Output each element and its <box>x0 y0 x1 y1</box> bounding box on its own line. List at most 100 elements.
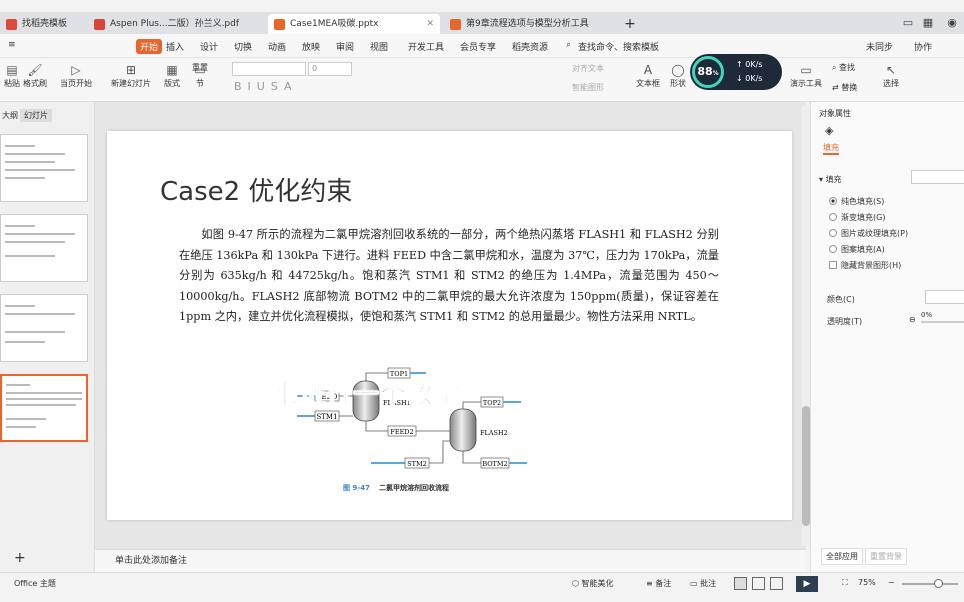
new-tab-button[interactable]: + <box>620 14 640 34</box>
collaborate-button[interactable]: 协作 <box>914 40 932 53</box>
tab-fill[interactable]: 填充 <box>823 142 839 155</box>
presentation-tools-button[interactable]: ▭ 演示工具 <box>786 62 826 89</box>
svg-text:STM1: STM1 <box>316 413 337 421</box>
zoom-slider-knob[interactable] <box>934 579 943 588</box>
transparency-minus-icon[interactable]: ⊖ <box>909 315 916 324</box>
replace-icon: ⇄ <box>832 83 839 92</box>
theme-name: Office 主题 <box>14 579 56 588</box>
tab-slides[interactable]: 幻灯片 <box>20 109 52 122</box>
align-text-button[interactable]: 对齐文本 <box>556 63 620 74</box>
textbox-button[interactable]: A 文本框 <box>632 62 664 89</box>
play-icon: ▷ <box>71 63 81 77</box>
fit-window-icon[interactable]: ⛶ <box>842 578 848 588</box>
color-picker[interactable] <box>925 290 964 304</box>
notes-bar[interactable]: 单击此处添加备注 <box>95 549 806 572</box>
slide-thumbnail-3[interactable] <box>0 294 88 362</box>
smart-art-button[interactable]: 智能图形 <box>556 82 620 93</box>
command-search[interactable]: 查找命令、搜索模板 <box>578 40 659 53</box>
slide-thumbnail-2[interactable] <box>0 214 88 282</box>
shape-button[interactable]: ◯ 形状 <box>666 62 690 89</box>
ribbon-toolbar: ▤ 粘贴 🖌 格式刷 ▷ 当页开始 ⊞ 新建幻灯片 ▦ 版式 ▭ 节 重置 0 BIUSA … <box>0 58 964 102</box>
presentation-icon: ▭ <box>800 63 812 77</box>
figure-caption-number: 图 9-47 <box>343 483 370 492</box>
paste-button[interactable]: ▤ 粘贴 <box>2 62 22 89</box>
tab-pdf[interactable]: Aspen Plus...二版）孙兰义.pdf <box>88 14 264 34</box>
document-tab-bar: 找稻壳模板 Aspen Plus...二版）孙兰义.pdf Case1MEA吸碳… <box>0 12 964 34</box>
find-button[interactable]: ⌕ 查找 <box>832 62 868 73</box>
search-icon: ⌕ <box>566 40 572 50</box>
vertical-scrollbar[interactable] <box>802 106 810 546</box>
zoom-out-icon[interactable]: − <box>888 578 895 587</box>
reset-background-button[interactable]: 重置背景 <box>865 548 907 565</box>
video-subtitle: 来进行一个教学 <box>271 380 462 411</box>
zoom-slider[interactable] <box>902 579 958 588</box>
fill-section-toggle[interactable]: ▾ 填充 <box>819 174 842 185</box>
radio-pattern-fill[interactable]: 图案填充(A) <box>829 244 885 255</box>
apps-icon[interactable]: ▦ <box>920 14 936 32</box>
slide-thumbnail-1[interactable] <box>0 134 88 202</box>
slideshow-button[interactable]: ▶ <box>796 576 818 592</box>
network-speed-widget[interactable]: 88% ↑ 0K/s ↓ 0K/s <box>690 54 782 90</box>
tab-docer-templates[interactable]: 找稻壳模板 <box>0 14 86 34</box>
close-icon[interactable]: ✕ <box>426 14 434 34</box>
panel-header: 对象属性 <box>819 109 851 118</box>
radio-picture-fill[interactable]: 图片或纹理填充(P) <box>829 228 908 239</box>
menu-review[interactable]: 审阅 <box>336 40 354 53</box>
text-format-buttons[interactable]: BIUSA <box>234 80 394 93</box>
menu-animation[interactable]: 动画 <box>268 40 286 53</box>
menu-home[interactable]: 开始 <box>136 39 163 54</box>
radio-solid-fill[interactable]: 纯色填充(S) <box>829 196 884 207</box>
layout-icon[interactable]: ▭ <box>900 14 916 32</box>
transparency-slider[interactable] <box>921 321 964 323</box>
object-properties-panel: 对象属性 ◈ 填充 ▾ 填充 纯色填充(S) 渐变填充(G) 图片或纹理填充(P… <box>810 102 964 572</box>
radio-gradient-fill[interactable]: 渐变填充(G) <box>829 212 885 223</box>
notes-toggle-button[interactable]: ≡ 备注 <box>646 578 671 589</box>
stream-top2: TOP2 <box>462 396 521 409</box>
slide-body-text[interactable]: 如图 9-47 所示的流程为二氯甲烷溶剂回收系统的一部分，两个绝热闪蒸塔 FLA… <box>179 225 719 328</box>
menu-member[interactable]: 会员专享 <box>460 40 496 53</box>
sync-status[interactable]: 未同步 <box>866 40 893 53</box>
menu-slideshow[interactable]: 放映 <box>302 40 320 53</box>
menu-insert[interactable]: 插入 <box>166 40 184 53</box>
tab-chapter9[interactable]: 第9章流程选项与模型分析工具 <box>444 14 614 34</box>
fill-bucket-icon: ◈ <box>825 124 834 137</box>
menu-icon[interactable]: ≡ <box>8 40 16 50</box>
slide-title[interactable]: Case2 优化约束 <box>160 171 352 208</box>
menu-design[interactable]: 设计 <box>200 40 218 53</box>
reading-view-button[interactable] <box>770 577 783 590</box>
reset-button[interactable]: 重置 <box>192 62 226 73</box>
hide-background-checkbox[interactable]: 隐藏背景图形(H) <box>829 260 901 271</box>
pdf-icon <box>94 19 105 30</box>
menu-view[interactable]: 视图 <box>370 40 388 53</box>
scrollbar-thumb[interactable] <box>802 406 810 526</box>
svg-text:STM2: STM2 <box>407 460 427 468</box>
paste-icon: ▤ <box>6 63 18 77</box>
new-slide-button[interactable]: ⊞ 新建幻灯片 <box>106 62 156 89</box>
fill-preset-field[interactable] <box>911 170 964 184</box>
apply-all-button[interactable]: 全部应用 <box>821 548 863 565</box>
menu-developer[interactable]: 开发工具 <box>408 40 444 53</box>
menu-bar: ≡ 开始 插入 设计 切换 动画 放映 审阅 视图 开发工具 会员专享 稻壳资源… <box>0 34 964 58</box>
tab-case1mea[interactable]: Case1MEA吸碳.pptx ✕ <box>268 14 440 34</box>
normal-view-button[interactable] <box>734 577 747 590</box>
comments-button[interactable]: ▭ 批注 <box>690 578 716 589</box>
smart-beautify-button[interactable]: ⬡ 智能美化 <box>572 578 614 589</box>
menu-transition[interactable]: 切换 <box>234 40 252 53</box>
format-painter-button[interactable]: 🖌 格式刷 <box>22 62 48 89</box>
menu-docer[interactable]: 稻壳资源 <box>512 40 548 53</box>
download-speed: ↓ 0K/s <box>736 74 763 83</box>
cpu-gauge: 88% <box>692 56 724 88</box>
select-button[interactable]: ↖ 选择 <box>878 62 904 89</box>
play-from-current-button[interactable]: ▷ 当页开始 <box>56 62 96 89</box>
slide-thumbnail-4[interactable] <box>0 374 88 442</box>
slide[interactable]: Case2 优化约束 如图 9-47 所示的流程为二氯甲烷溶剂回收系统的一部分，… <box>107 131 792 520</box>
font-family-select[interactable] <box>232 62 306 76</box>
font-size-select[interactable]: 0 <box>308 62 352 76</box>
add-slide-button[interactable]: + <box>14 550 26 566</box>
avatar[interactable]: ◉ <box>944 14 960 32</box>
tab-outline[interactable]: 大纲 <box>2 110 18 121</box>
layout-button[interactable]: ▦ 版式 <box>160 62 184 89</box>
transparency-label: 透明度(T) <box>827 317 863 326</box>
replace-button[interactable]: ⇄ 替换 <box>832 82 868 93</box>
slide-sorter-button[interactable] <box>752 577 765 590</box>
